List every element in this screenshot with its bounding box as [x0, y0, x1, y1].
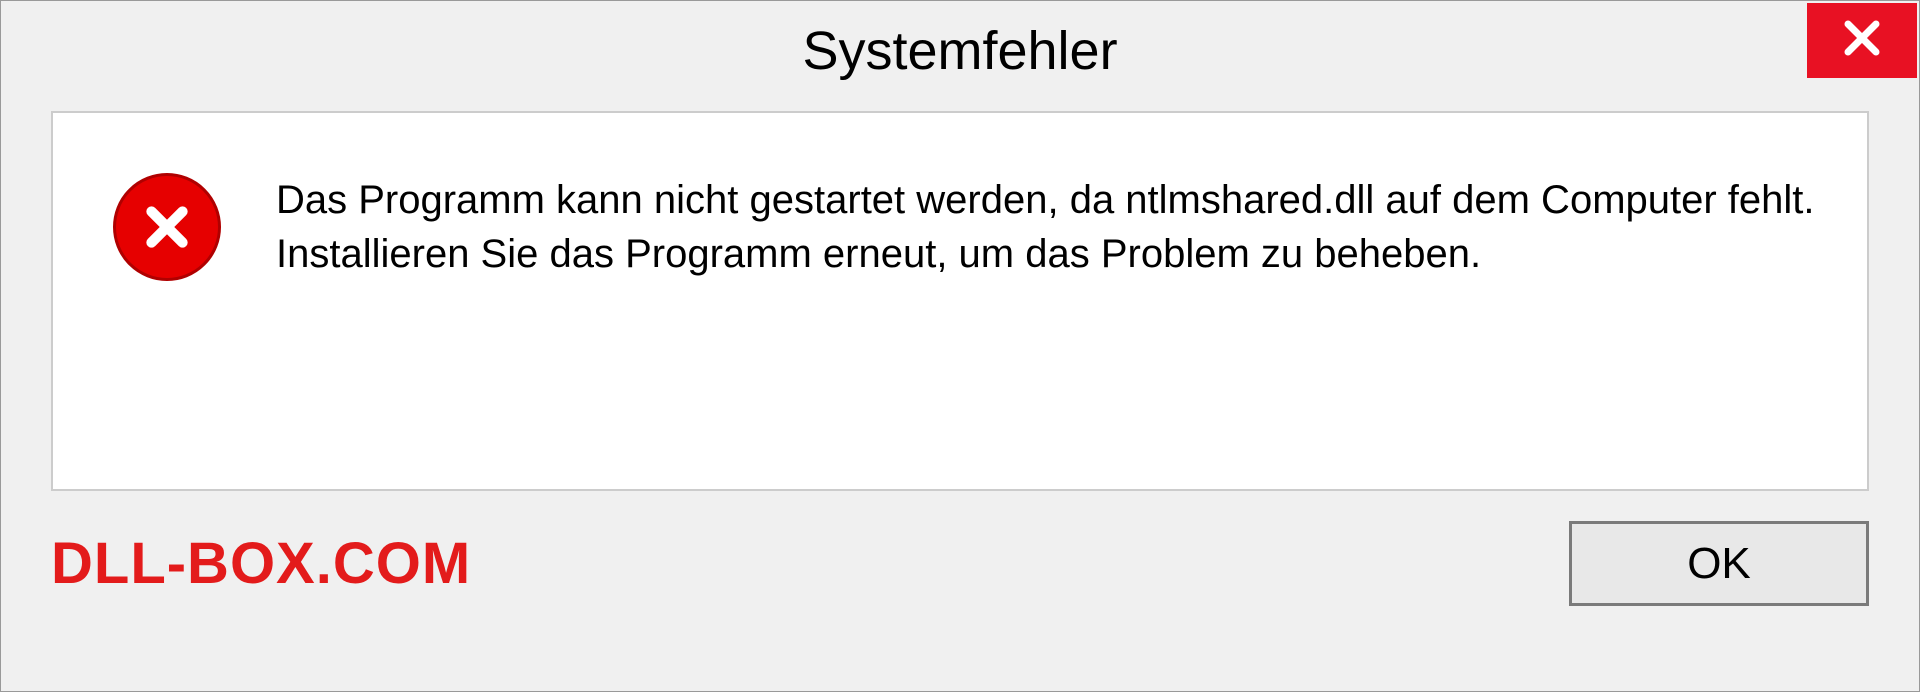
close-button[interactable] — [1807, 3, 1917, 78]
error-icon — [113, 173, 221, 281]
titlebar: Systemfehler — [1, 1, 1919, 101]
close-icon — [1838, 14, 1886, 67]
error-dialog: Systemfehler Das Programm kann nicht ges… — [0, 0, 1920, 692]
error-message: Das Programm kann nicht gestartet werden… — [276, 173, 1817, 281]
watermark-text: DLL-BOX.COM — [51, 530, 471, 597]
ok-button[interactable]: OK — [1569, 521, 1869, 606]
error-icon-wrap — [113, 173, 221, 281]
content-area: Das Programm kann nicht gestartet werden… — [51, 111, 1869, 491]
ok-button-label: OK — [1687, 539, 1751, 589]
dialog-title: Systemfehler — [802, 20, 1117, 82]
dialog-footer: DLL-BOX.COM OK — [1, 491, 1919, 646]
